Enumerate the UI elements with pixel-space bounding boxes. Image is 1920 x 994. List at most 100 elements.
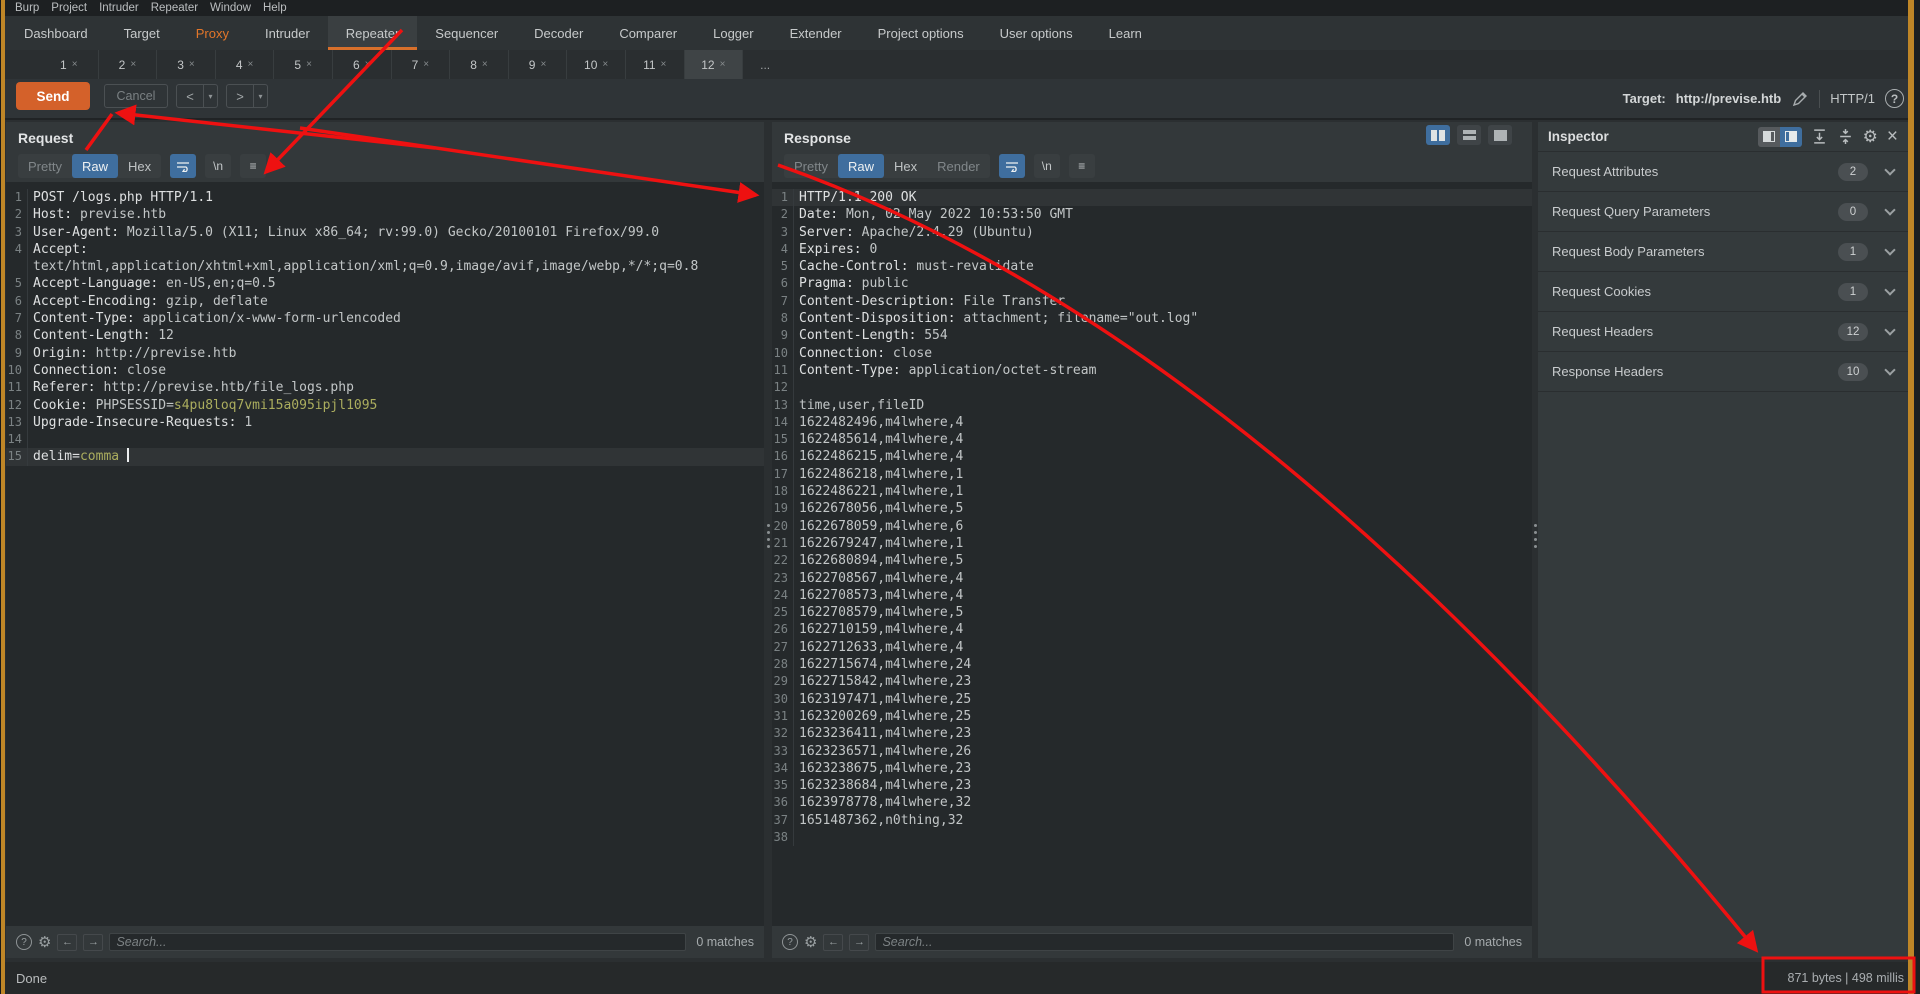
response-tab-pretty[interactable]: Pretty <box>784 154 838 178</box>
search-settings-gear-icon[interactable]: ⚙ <box>804 935 817 950</box>
newline-toggle-icon[interactable]: \n <box>205 154 231 178</box>
repeater-tab-8[interactable]: 8× <box>450 50 509 79</box>
menu-item-project[interactable]: Project <box>45 2 93 14</box>
repeater-tab-1[interactable]: 1× <box>40 50 99 79</box>
editor-menu-icon[interactable]: ≡ <box>240 154 266 178</box>
inspector-section-request-body-parameters[interactable]: Request Body Parameters1 <box>1538 232 1908 272</box>
tab-extender[interactable]: Extender <box>772 16 860 50</box>
edit-target-pencil-icon[interactable] <box>1791 90 1809 108</box>
tab-user-options[interactable]: User options <box>982 16 1091 50</box>
close-tab-icon[interactable]: × <box>540 59 546 70</box>
columns-layout-icon[interactable] <box>1426 125 1450 145</box>
request-search-input[interactable] <box>109 933 686 951</box>
tab-project-options[interactable]: Project options <box>860 16 982 50</box>
response-tab-hex[interactable]: Hex <box>884 154 927 178</box>
inspector-section-request-headers[interactable]: Request Headers12 <box>1538 312 1908 352</box>
search-next-icon[interactable]: → <box>83 934 103 951</box>
repeater-tab-2[interactable]: 2× <box>99 50 158 79</box>
response-tab-render[interactable]: Render <box>927 154 990 178</box>
editor-line: 4Accept: <box>6 241 764 258</box>
search-prev-icon[interactable]: ← <box>57 934 77 951</box>
request-response-splitter[interactable] <box>766 524 770 548</box>
menu-item-repeater[interactable]: Repeater <box>145 2 204 14</box>
tab-intruder[interactable]: Intruder <box>247 16 328 50</box>
repeater-tab-overflow[interactable]: ... <box>743 50 787 79</box>
tab-target[interactable]: Target <box>106 16 178 50</box>
inspector-settings-gear-icon[interactable]: ⚙ <box>1863 128 1878 145</box>
forward-button[interactable]: > ▾ <box>226 84 268 108</box>
rows-layout-icon[interactable] <box>1457 125 1481 145</box>
editor-line: 5Accept-Language: en-US,en;q=0.5 <box>6 275 764 292</box>
repeater-tab-3[interactable]: 3× <box>157 50 216 79</box>
response-inspector-splitter[interactable] <box>1533 524 1537 548</box>
close-tab-icon[interactable]: × <box>602 59 608 70</box>
close-tab-icon[interactable]: × <box>661 59 667 70</box>
expand-all-icon[interactable] <box>1811 128 1828 145</box>
back-dropdown-caret-icon[interactable]: ▾ <box>203 85 217 107</box>
inspector-section-response-headers[interactable]: Response Headers10 <box>1538 352 1908 392</box>
request-tab-raw[interactable]: Raw <box>72 154 118 178</box>
response-editor[interactable]: 1HTTP/1.1 200 OK2Date: Mon, 02 May 2022 … <box>772 182 1532 926</box>
forward-dropdown-caret-icon[interactable]: ▾ <box>253 85 267 107</box>
close-tab-icon[interactable]: × <box>72 59 78 70</box>
close-tab-icon[interactable]: × <box>720 59 726 70</box>
back-button[interactable]: < ▾ <box>176 84 218 108</box>
repeater-tab-11[interactable]: 11× <box>626 50 685 79</box>
editor-menu-icon[interactable]: ≡ <box>1069 154 1095 178</box>
response-search-input[interactable] <box>875 933 1454 951</box>
editor-line: 161622486215,m4lwhere,4 <box>772 448 1532 465</box>
close-tab-icon[interactable]: × <box>423 59 429 70</box>
word-wrap-toggle-icon[interactable] <box>999 154 1025 178</box>
menu-bar: BurpProjectIntruderRepeaterWindowHelp <box>0 0 1920 16</box>
close-tab-icon[interactable]: × <box>365 59 371 70</box>
tab-dashboard[interactable]: Dashboard <box>6 16 106 50</box>
menu-item-burp[interactable]: Burp <box>9 2 45 14</box>
tab-proxy[interactable]: Proxy <box>178 16 247 50</box>
repeater-tab-9[interactable]: 9× <box>509 50 568 79</box>
menu-item-help[interactable]: Help <box>257 2 293 14</box>
close-tab-icon[interactable]: × <box>306 59 312 70</box>
request-tab-pretty[interactable]: Pretty <box>18 154 72 178</box>
close-tab-icon[interactable]: × <box>130 59 136 70</box>
request-editor[interactable]: 1POST /logs.php HTTP/1.12Host: previse.h… <box>6 182 764 926</box>
tab-comparer[interactable]: Comparer <box>601 16 695 50</box>
repeater-tab-4[interactable]: 4× <box>216 50 275 79</box>
repeater-tab-10[interactable]: 10× <box>567 50 626 79</box>
dock-left-icon[interactable] <box>1758 127 1780 147</box>
word-wrap-toggle-icon[interactable] <box>170 154 196 178</box>
menu-item-window[interactable]: Window <box>204 2 257 14</box>
menu-item-intruder[interactable]: Intruder <box>93 2 145 14</box>
close-tab-icon[interactable]: × <box>482 59 488 70</box>
search-help-icon[interactable]: ? <box>16 934 32 950</box>
newline-toggle-icon[interactable]: \n <box>1034 154 1060 178</box>
search-next-icon[interactable]: → <box>849 934 869 951</box>
search-prev-icon[interactable]: ← <box>823 934 843 951</box>
tab-repeater[interactable]: Repeater <box>328 16 417 50</box>
close-tab-icon[interactable]: × <box>248 59 254 70</box>
inspector-section-request-query-parameters[interactable]: Request Query Parameters0 <box>1538 192 1908 232</box>
tab-learn[interactable]: Learn <box>1091 16 1160 50</box>
inspector-section-request-cookies[interactable]: Request Cookies1 <box>1538 272 1908 312</box>
tab-decoder[interactable]: Decoder <box>516 16 601 50</box>
repeater-tab-7[interactable]: 7× <box>392 50 451 79</box>
cancel-button[interactable]: Cancel <box>104 84 168 108</box>
repeater-tab-6[interactable]: 6× <box>333 50 392 79</box>
search-settings-gear-icon[interactable]: ⚙ <box>38 935 51 950</box>
close-tab-icon[interactable]: × <box>189 59 195 70</box>
collapse-all-icon[interactable] <box>1837 128 1854 145</box>
tab-sequencer[interactable]: Sequencer <box>417 16 516 50</box>
inspector-close-icon[interactable]: × <box>1887 127 1898 146</box>
search-help-icon[interactable]: ? <box>782 934 798 950</box>
send-button[interactable]: Send <box>16 82 90 110</box>
help-icon[interactable]: ? <box>1885 89 1904 108</box>
repeater-tab-5[interactable]: 5× <box>274 50 333 79</box>
repeater-tab-12[interactable]: 12× <box>685 50 744 79</box>
inspector-section-request-attributes[interactable]: Request Attributes2 <box>1538 152 1908 192</box>
editor-line: 13time,user,fileID <box>772 397 1532 414</box>
single-layout-icon[interactable] <box>1488 125 1512 145</box>
dock-right-icon[interactable] <box>1780 127 1802 147</box>
chevron-down-icon <box>1884 164 1895 175</box>
tab-logger[interactable]: Logger <box>695 16 771 50</box>
request-tab-hex[interactable]: Hex <box>118 154 161 178</box>
response-tab-raw[interactable]: Raw <box>838 154 884 178</box>
